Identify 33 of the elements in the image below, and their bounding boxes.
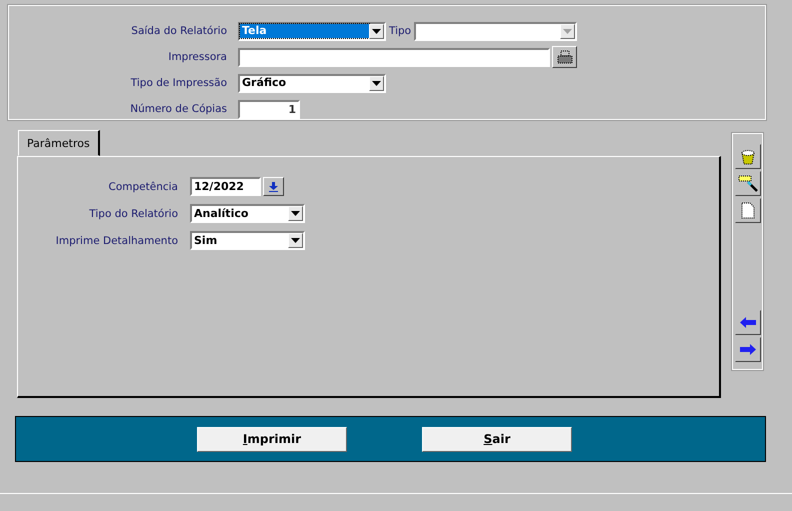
page-icon	[741, 202, 755, 219]
printer-button[interactable]	[552, 46, 577, 68]
field-label: Tipo	[389, 25, 412, 37]
back-button[interactable]	[735, 310, 761, 335]
action-button[interactable]: Sair	[422, 426, 572, 452]
field-label: Tipo do Relatório	[88, 208, 179, 220]
printer-icon	[556, 50, 572, 64]
bucket-icon	[739, 148, 757, 164]
dropdown[interactable]: Gráfico	[238, 74, 386, 92]
input-field[interactable]: 1	[238, 100, 300, 118]
field-label: Imprime Detalhamento	[54, 234, 179, 246]
wand-button[interactable]	[735, 171, 761, 196]
field-label: Tipo de Impressão	[130, 77, 228, 89]
field-label: Saída do Relatório	[130, 25, 228, 37]
action-button[interactable]: Imprimir	[197, 426, 347, 452]
dropdown[interactable]: Analítico	[190, 204, 305, 223]
wand-icon	[738, 174, 758, 192]
input-field[interactable]	[238, 48, 550, 66]
dropdown[interactable]: Sim	[190, 231, 305, 250]
dropdown[interactable]	[414, 22, 578, 40]
bucket-button[interactable]	[735, 144, 761, 169]
page-button[interactable]	[735, 198, 761, 223]
forward-button[interactable]	[735, 337, 761, 362]
download-arrow-icon	[269, 182, 278, 192]
tab[interactable]: Parâmetros	[18, 130, 100, 156]
dropdown[interactable]: Tela	[238, 22, 386, 40]
field-label: Número de Cópias	[129, 103, 228, 115]
input-field[interactable]: 12/2022	[190, 177, 261, 196]
right-arrow-icon	[740, 344, 756, 355]
field-label: Impressora	[167, 51, 228, 63]
date-picker-button[interactable]	[263, 177, 284, 196]
field-label: Competência	[108, 180, 179, 192]
left-arrow-icon	[740, 317, 756, 328]
